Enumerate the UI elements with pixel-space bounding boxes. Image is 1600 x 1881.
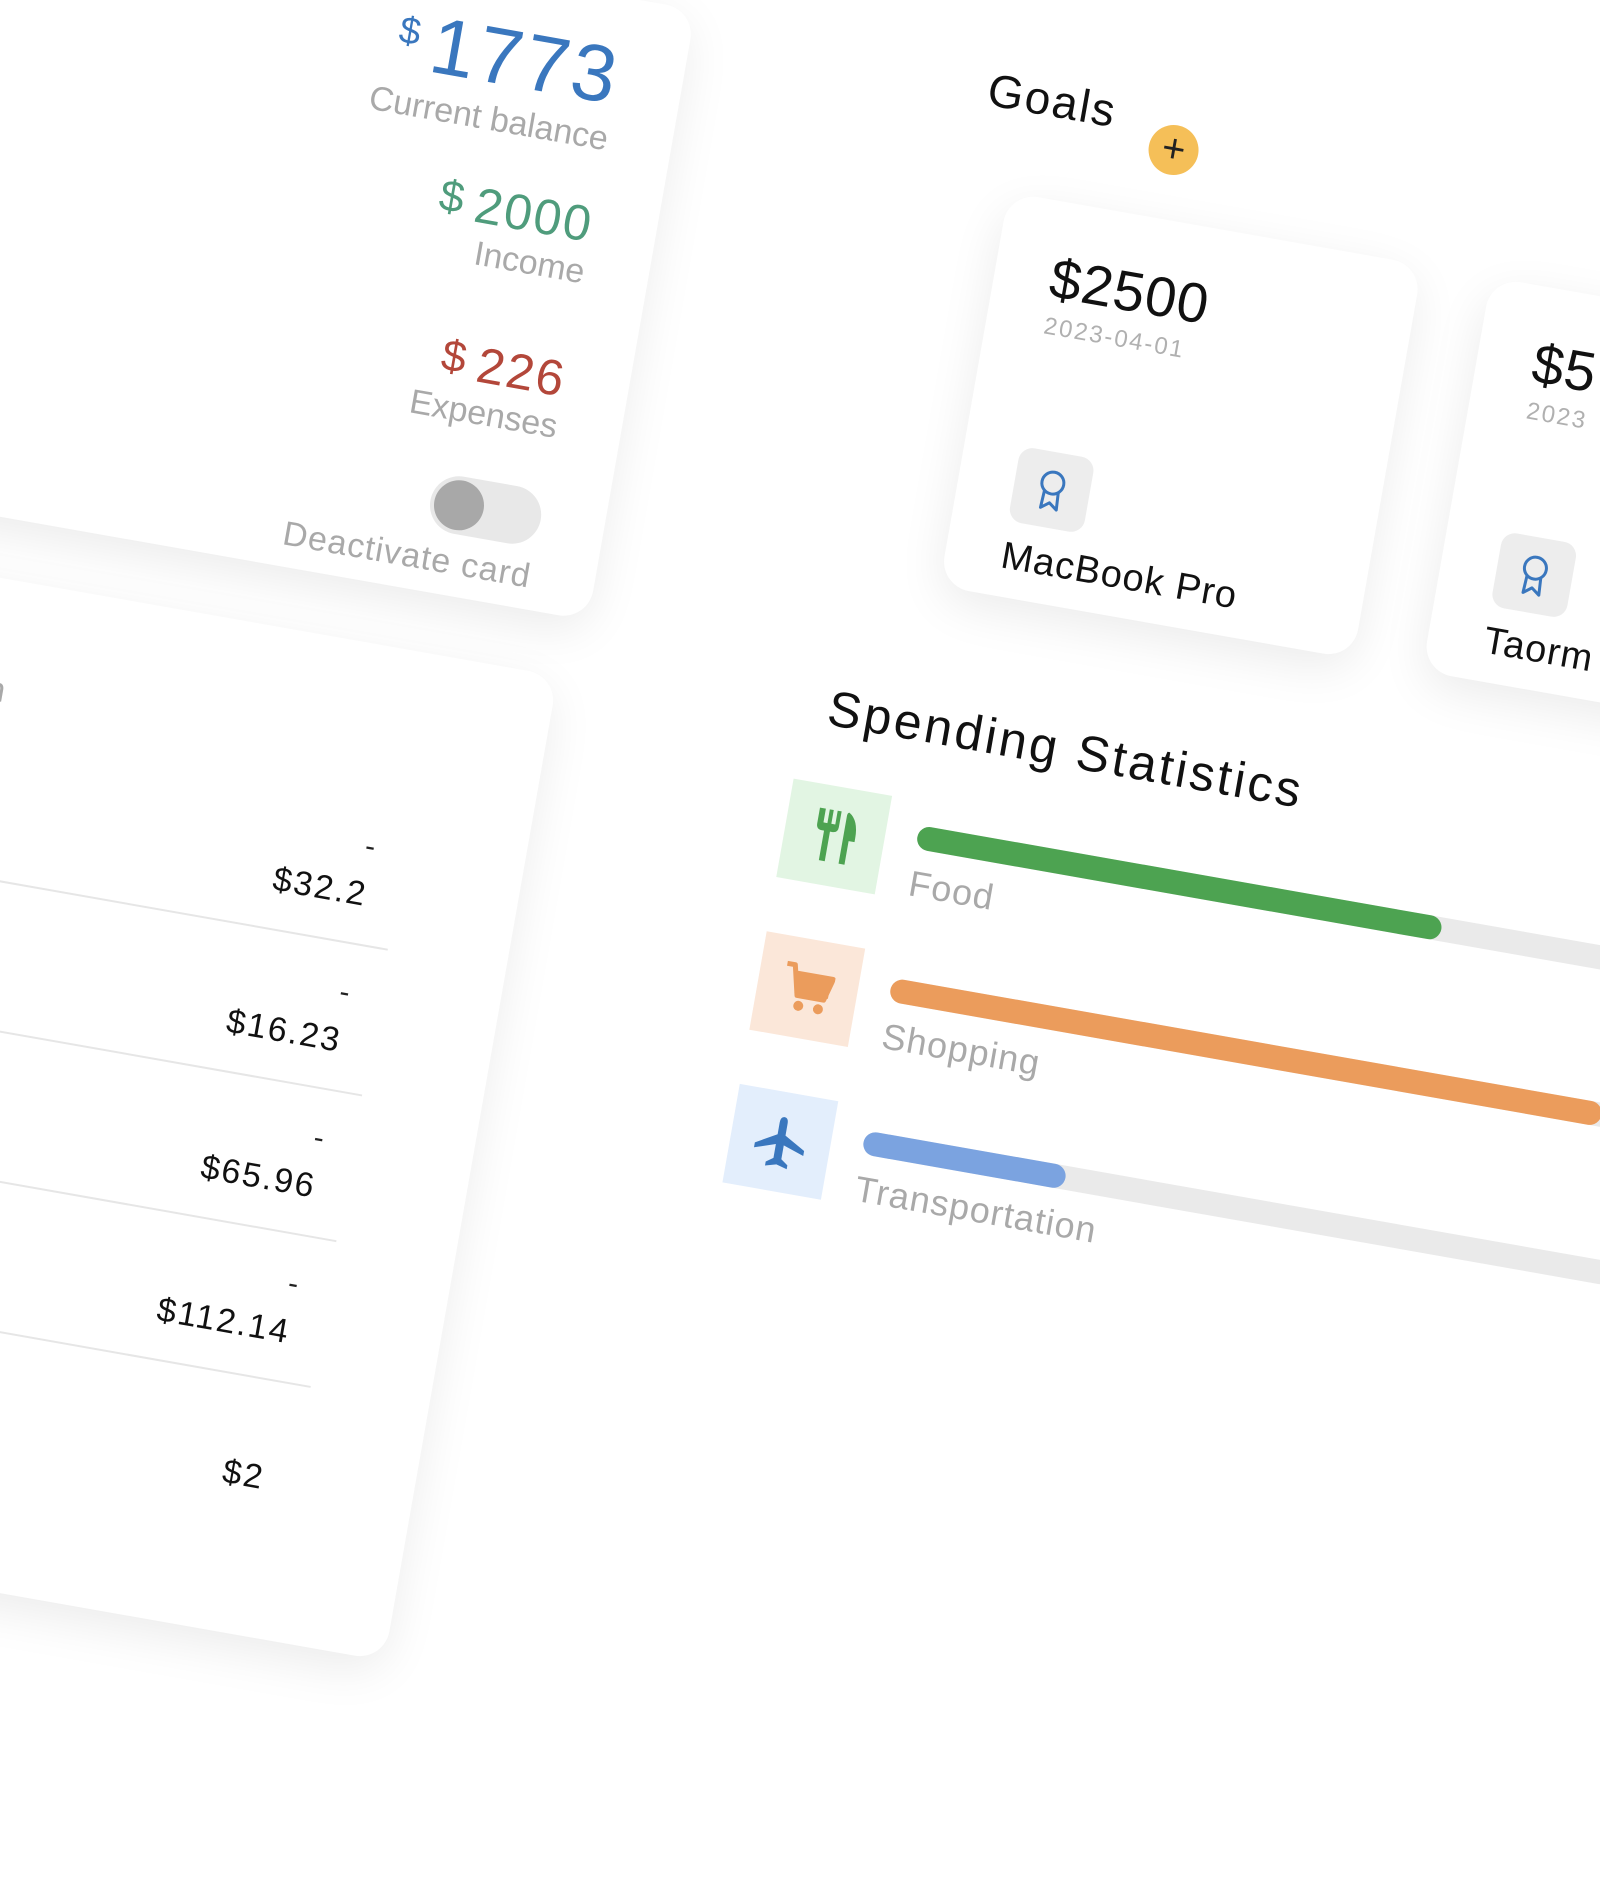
plane-icon [722,1083,839,1200]
stat-label-shopping: Shopping [878,1015,1044,1084]
transaction-sign: - [285,1266,302,1301]
deactivate-card-toggle[interactable] [425,471,546,549]
transaction-amount: $16.23 [223,1002,345,1060]
goal-name: MacBook Pro [997,534,1241,618]
transaction-sign: - [311,1120,327,1156]
utensils-icon [776,778,893,895]
currency-symbol: $ [437,330,473,384]
award-icon [1490,531,1579,620]
transaction-amount: $65.96 [197,1147,319,1206]
award-icon [1007,445,1096,535]
transaction-filter-label[interactable]: sportation [0,645,9,711]
goal-card[interactable]: $5 2023 Taorm [1421,277,1600,744]
goal-amount: $5 [1527,331,1600,405]
add-goal-button[interactable]: + [1144,121,1203,179]
toggle-knob [430,476,488,535]
food-progress-track [915,825,1600,981]
currency-symbol: $ [435,170,471,224]
transaction-sign: - [336,975,353,1010]
transaction-amount: $32.2 [269,860,371,914]
income: $2000 Income [427,170,598,293]
expenses: $226 Expenses [407,329,571,447]
currency-symbol: $ [395,9,427,55]
balance-card: $1773 Current balance $2000 Income $226 … [0,0,696,621]
cart-icon [749,931,866,1048]
goal-card[interactable]: $2500 2023-04-01 MacBook Pro [939,192,1423,659]
transaction-amount: $112.14 [154,1290,294,1352]
transactions-card: sportation - $32.2 - $16.23 - $65.96 - $… [0,530,558,1661]
stat-label-food: Food [905,862,998,918]
plus-icon: + [1158,125,1190,173]
goals-title: Goals [983,63,1122,138]
goal-name: Taorm [1480,619,1597,681]
transaction-amount: $2 [219,1452,268,1497]
dashboard: $1773 Current balance $2000 Income $226 … [0,0,1600,1727]
transaction-sign: - [362,829,379,864]
current-balance: $1773 Current balance [366,0,626,159]
